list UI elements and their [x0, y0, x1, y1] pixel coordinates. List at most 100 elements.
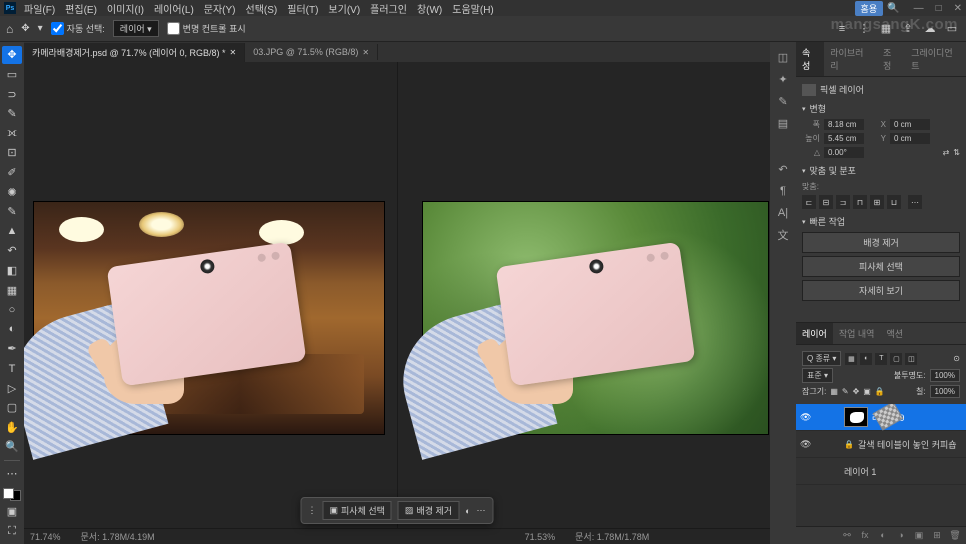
brushes-panel-icon[interactable]: ✎ [774, 92, 792, 110]
swatches-panel-icon[interactable]: ✦ [774, 70, 792, 88]
menu-window[interactable]: 창(W) [413, 0, 446, 17]
remove-bg-action[interactable]: 배경 제거 [802, 232, 960, 253]
flip-h-icon[interactable]: ⇄ [943, 148, 950, 157]
filter-type-icon[interactable]: T [875, 353, 887, 365]
menu-help[interactable]: 도움말(H) [448, 0, 497, 17]
align-more-icon[interactable]: ⋯ [908, 195, 922, 209]
zoom-right[interactable]: 71.53% [525, 532, 556, 542]
lock-trans-icon[interactable]: ▦ [830, 387, 838, 396]
align-bottom-icon[interactable]: ⊔ [887, 195, 901, 209]
align-hcenter-icon[interactable]: ⊟ [819, 195, 833, 209]
visibility-icon[interactable]: 👁 [800, 412, 812, 423]
glyphs-panel-icon[interactable]: 文 [774, 226, 792, 244]
menu-image[interactable]: 이미지(I) [103, 0, 148, 17]
select-subject-action[interactable]: 피사체 선택 [802, 256, 960, 277]
opacity-field[interactable]: 100% [930, 369, 960, 382]
tab-properties[interactable]: 속성 [796, 42, 824, 76]
zoom-left[interactable]: 71.74% [30, 532, 61, 542]
menu-filter[interactable]: 필터(T) [283, 0, 322, 17]
filter-pixel-icon[interactable]: ▦ [845, 353, 857, 365]
show-transform-checkbox[interactable]: 변명 컨트롤 표시 [167, 22, 246, 35]
more-icon[interactable]: ⋯ [477, 505, 487, 516]
x-field[interactable]: 0 cm [890, 119, 930, 130]
lock-pos-icon[interactable]: ✥ [853, 387, 860, 396]
tab-gradient[interactable]: 그레이디언트 [905, 42, 966, 76]
hand-tool[interactable]: ✋ [2, 419, 22, 437]
maximize-icon[interactable]: □ [936, 3, 942, 14]
align-left-icon[interactable]: ⊏ [802, 195, 816, 209]
path-tool[interactable]: ▷ [2, 379, 22, 397]
auto-select-checkbox[interactable]: 자동 선택: [51, 22, 105, 35]
height-field[interactable]: 5.45 cm [824, 133, 864, 144]
layer-filter-kind[interactable]: Q 종류 ▾ [802, 351, 841, 366]
menu-plugins[interactable]: 플러그인 [366, 0, 411, 17]
type-tool[interactable]: T [2, 360, 22, 378]
link-layers-icon[interactable]: ⚯ [840, 530, 854, 541]
char-panel-icon[interactable]: A| [774, 204, 792, 222]
shape-tool[interactable]: ▢ [2, 399, 22, 417]
color-panel-icon[interactable]: ◫ [774, 48, 792, 66]
brush-tool[interactable]: ✎ [2, 203, 22, 221]
menu-type[interactable]: 문자(Y) [200, 0, 240, 17]
pen-tool[interactable]: ✒ [2, 340, 22, 358]
close-icon[interactable]: ✕ [954, 3, 962, 14]
zoom-tool[interactable]: 🔍 [2, 438, 22, 456]
fx-icon[interactable]: fx [858, 530, 872, 541]
stamp-tool[interactable]: ▲ [2, 222, 22, 240]
learn-more-action[interactable]: 자세히 보기 [802, 280, 960, 301]
gradient-tool[interactable]: ▦ [2, 281, 22, 299]
history-panel-icon[interactable]: ↶ [774, 160, 792, 178]
filter-smart-icon[interactable]: ◫ [905, 353, 917, 365]
fill-field[interactable]: 100% [930, 385, 960, 398]
transform-icon[interactable]: ◐ [465, 506, 470, 516]
move-tool-icon[interactable]: ✥ [21, 23, 29, 34]
select-subject-button[interactable]: ▣ 피사체 선택 [323, 501, 392, 520]
screenmode-tool[interactable]: ⛶ [2, 522, 22, 540]
transform-section[interactable]: 변형 [802, 102, 960, 115]
quick-actions-section[interactable]: 빠른 작업 [802, 215, 960, 228]
tab-close-icon[interactable]: ✕ [362, 48, 369, 57]
filter-adjust-icon[interactable]: ◐ [860, 353, 872, 365]
paragraph-panel-icon[interactable]: ¶ [774, 182, 792, 200]
visibility-icon[interactable]: 👁 [800, 439, 812, 450]
lock-nest-icon[interactable]: ▣ [863, 387, 871, 396]
tab-actions[interactable]: 액션 [880, 323, 909, 344]
layer-name[interactable]: 갈색 테이블이 놓인 커피숍 [858, 438, 957, 451]
tab-libraries[interactable]: 라이브러리 [824, 42, 877, 76]
tool-preset-dropdown[interactable]: ▾ [38, 23, 43, 34]
new-layer-icon[interactable]: ⊞ [930, 530, 944, 541]
layer-name[interactable]: 레이어 1 [844, 465, 876, 478]
group-icon[interactable]: ▣ [912, 530, 926, 541]
healing-tool[interactable]: ✺ [2, 183, 22, 201]
align-right-icon[interactable]: ⊐ [836, 195, 850, 209]
menu-layer[interactable]: 레이어(L) [150, 0, 198, 17]
home-button[interactable]: 홈용 [855, 1, 884, 16]
menu-select[interactable]: 선택(S) [242, 0, 282, 17]
home-icon[interactable]: ⌂ [6, 22, 13, 36]
tab-layers[interactable]: 레이어 [796, 323, 833, 344]
filter-toggle[interactable]: ⊙ [953, 354, 960, 363]
tab-doc-2[interactable]: 03.JPG @ 71.5% (RGB/8)✕ [245, 44, 378, 60]
lasso-tool[interactable]: ⊃ [2, 85, 22, 103]
menu-view[interactable]: 보기(V) [324, 0, 364, 17]
canvas-left[interactable] [24, 62, 397, 528]
blur-tool[interactable]: ○ [2, 301, 22, 319]
lock-pixel-icon[interactable]: ✎ [842, 387, 849, 396]
adjustment-icon[interactable]: ◑ [894, 530, 908, 541]
history-brush-tool[interactable]: ↶ [2, 242, 22, 260]
move-tool[interactable]: ✥ [2, 46, 22, 64]
align-section[interactable]: 맞춤 및 분포 [802, 164, 960, 177]
marquee-tool[interactable]: ▭ [2, 66, 22, 84]
tab-close-icon[interactable]: ✕ [229, 48, 236, 57]
frame-tool[interactable]: ⊡ [2, 144, 22, 162]
dodge-tool[interactable]: ◐ [2, 321, 22, 339]
angle-field[interactable]: 0.00° [824, 147, 864, 158]
flip-v-icon[interactable]: ⇅ [953, 148, 960, 157]
align-vcenter-icon[interactable]: ⊞ [870, 195, 884, 209]
menu-edit[interactable]: 편집(E) [61, 0, 101, 17]
align-top-icon[interactable]: ⊓ [853, 195, 867, 209]
canvas-right[interactable] [397, 62, 771, 528]
minimize-icon[interactable]: — [914, 3, 924, 14]
y-field[interactable]: 0 cm [890, 133, 930, 144]
tab-doc-1[interactable]: 카메라배경제거.psd @ 71.7% (레이어 0, RGB/8) *✕ [24, 43, 245, 62]
